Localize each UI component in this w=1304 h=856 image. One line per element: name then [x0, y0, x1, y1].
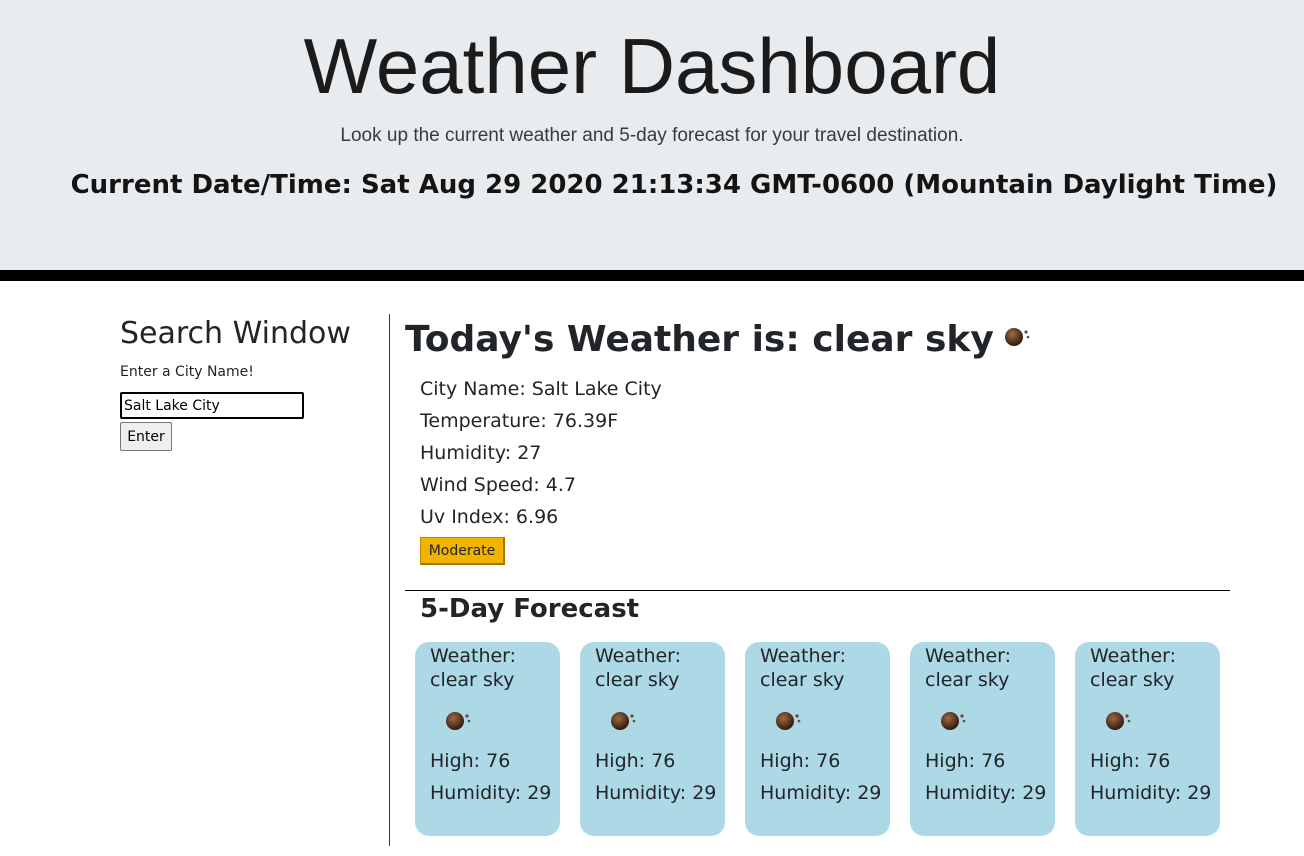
forecast-card: Weather: clear sky High: 76 Humidity: 29	[580, 642, 725, 836]
clear-sky-night-icon	[443, 708, 473, 736]
clear-sky-night-icon	[608, 708, 638, 736]
clear-sky-night-icon	[773, 708, 803, 736]
forecast-card: Weather: clear sky High: 76 Humidity: 29	[745, 642, 890, 836]
clear-sky-night-icon	[1103, 708, 1133, 736]
today-city-name: City Name: Salt Lake City	[420, 378, 662, 400]
forecast-humidity: Humidity: 29	[760, 782, 882, 804]
today-humidity: Humidity: 27	[420, 442, 542, 464]
clear-sky-night-icon	[938, 708, 968, 736]
forecast-humidity: Humidity: 29	[925, 782, 1047, 804]
city-input-label: Enter a City Name!	[120, 364, 254, 380]
forecast-high: High: 76	[760, 750, 841, 772]
forecast-humidity: Humidity: 29	[1090, 782, 1212, 804]
forecast-weather: Weather: clear sky	[760, 645, 847, 691]
forecast-weather: Weather: clear sky	[925, 645, 1012, 691]
current-datetime-text: Current Date/Time: Sat Aug 29 2020 21:13…	[70, 170, 1278, 200]
forecast-weather: Weather: clear sky	[595, 645, 682, 691]
enter-button[interactable]: Enter	[120, 422, 172, 451]
forecast-humidity: Humidity: 29	[430, 782, 552, 804]
header-jumbotron: Weather Dashboard Look up the current we…	[0, 0, 1304, 270]
forecast-title: 5-Day Forecast	[420, 594, 640, 624]
forecast-high: High: 76	[430, 750, 511, 772]
clear-sky-night-icon	[1002, 313, 1032, 361]
forecast-weather: Weather: clear sky	[1090, 645, 1177, 691]
today-temperature: Temperature: 76.39F	[420, 410, 619, 432]
city-search-input[interactable]	[120, 392, 304, 419]
forecast-card: Weather: clear sky High: 76 Humidity: 29	[910, 642, 1055, 836]
today-weather-title: Today's Weather is: clear sky	[405, 316, 1032, 365]
column-divider	[389, 314, 390, 846]
search-window-title: Search Window	[120, 316, 351, 351]
uv-severity-badge: Moderate	[420, 537, 505, 565]
page-subtitle: Look up the current weather and 5-day fo…	[340, 125, 964, 146]
today-wind-speed: Wind Speed: 4.7	[420, 474, 577, 496]
forecast-high: High: 76	[595, 750, 676, 772]
forecast-card: Weather: clear sky High: 76 Humidity: 29	[415, 642, 560, 836]
forecast-divider	[405, 590, 1230, 591]
today-weather-title-text: Today's Weather is: clear sky	[405, 319, 994, 360]
current-datetime: Current Date/Time: Sat Aug 29 2020 21:13…	[0, 168, 1304, 202]
forecast-card: Weather: clear sky High: 76 Humidity: 29	[1075, 642, 1220, 836]
forecast-humidity: Humidity: 29	[595, 782, 717, 804]
today-uv-index: Uv Index: 6.96	[420, 506, 559, 528]
page-title: Weather Dashboard	[303, 22, 1001, 110]
forecast-high: High: 76	[1090, 750, 1171, 772]
forecast-weather: Weather: clear sky	[430, 645, 517, 691]
header-divider-bar	[0, 270, 1304, 281]
forecast-high: High: 76	[925, 750, 1006, 772]
